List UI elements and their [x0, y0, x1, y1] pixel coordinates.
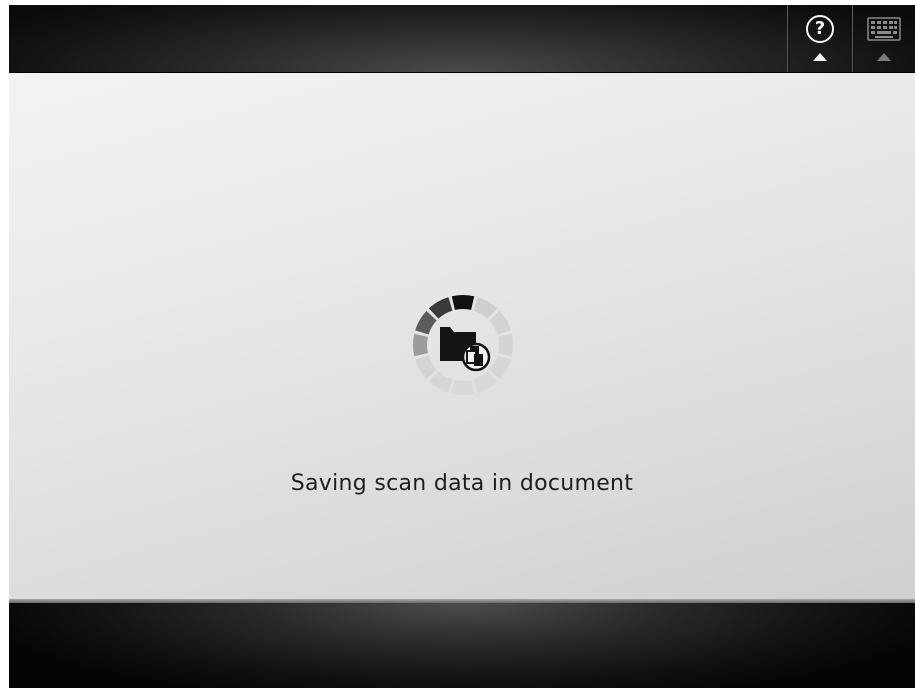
spinner-segment [451, 380, 475, 395]
spinner-segment [473, 297, 498, 319]
document-stack-icon [461, 342, 491, 372]
keyboard-icon [867, 17, 901, 41]
main-panel: Saving scan data in document [9, 73, 915, 603]
saving-to-folder-spinner-icon [413, 295, 513, 395]
help-button[interactable]: ? [787, 5, 852, 72]
scanner-screen: ? Saving scan data in document [9, 5, 915, 688]
spinner-segment [498, 333, 513, 357]
keyboard-button[interactable] [852, 5, 915, 72]
spinner-segment [473, 371, 498, 393]
spinner-segment [415, 355, 437, 380]
spinner-segment [413, 333, 428, 357]
spinner-segment [428, 371, 453, 393]
spinner-segment [428, 297, 453, 319]
top-bar: ? [9, 5, 915, 73]
spinner-segment [415, 310, 437, 335]
help-question-icon: ? [806, 15, 834, 43]
expand-up-icon [877, 53, 891, 61]
status-message: Saving scan data in document [290, 471, 634, 496]
spinner-segment [451, 295, 475, 310]
expand-up-icon [813, 53, 827, 61]
bottom-bar [9, 603, 915, 688]
spinner-segment [489, 355, 511, 380]
spinner-segment [489, 310, 511, 335]
